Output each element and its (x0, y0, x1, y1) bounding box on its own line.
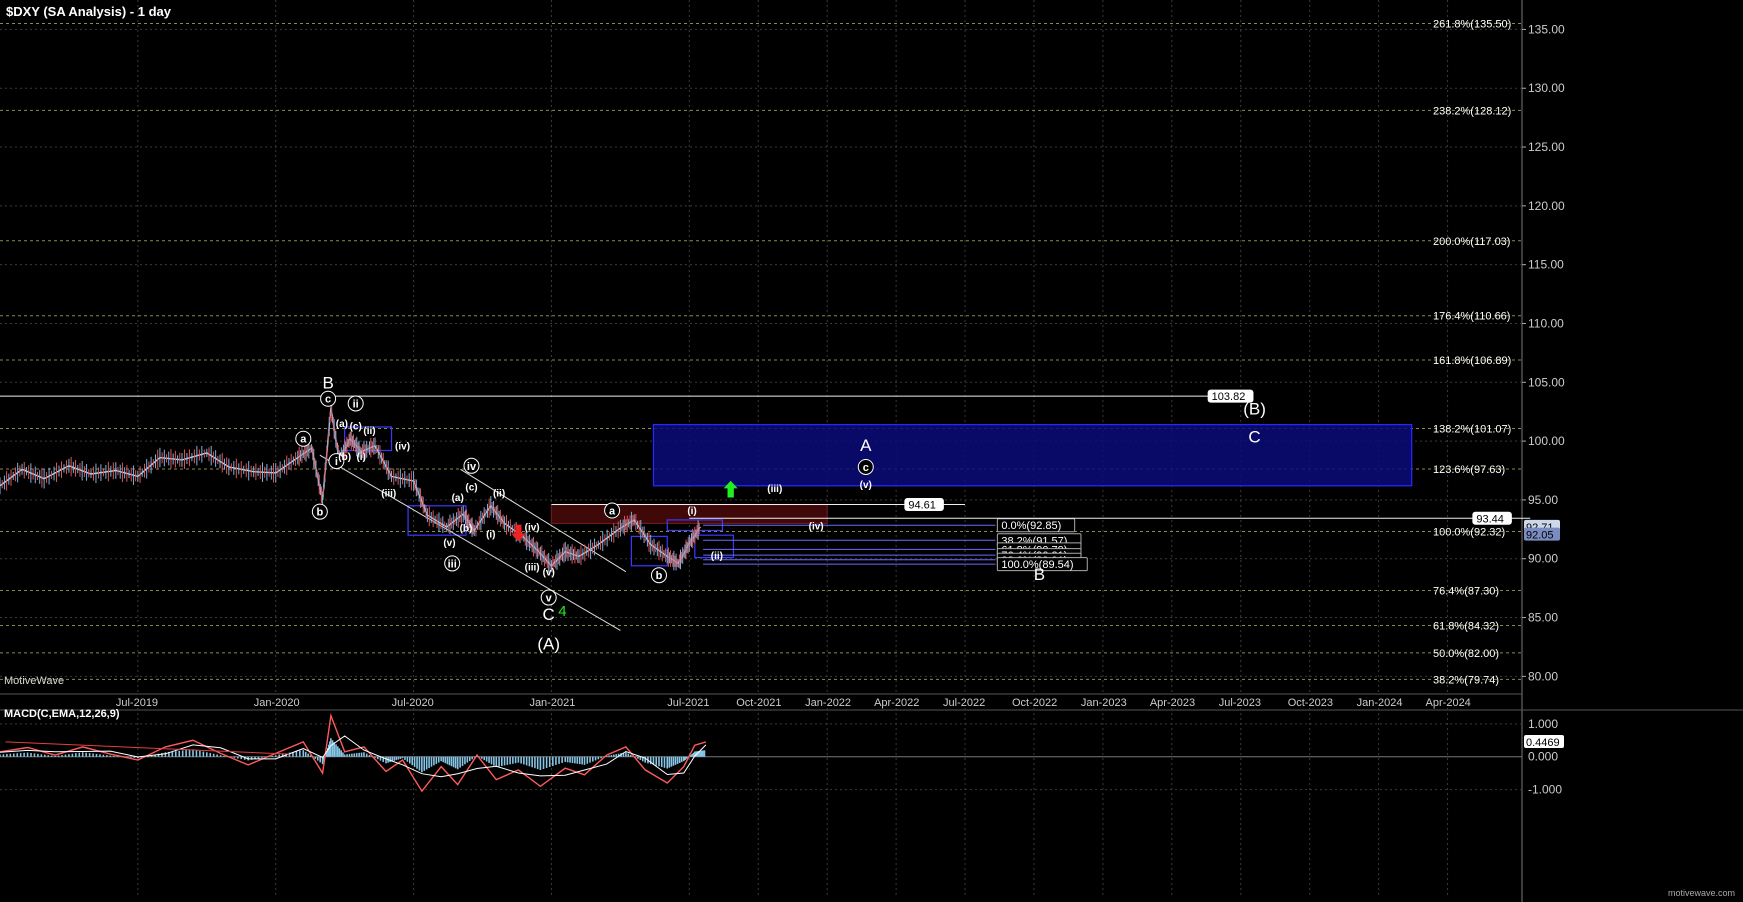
fib-level-label: 138.2%(101.07) (1433, 424, 1511, 436)
y-tick-label: 115.00 (1528, 258, 1564, 272)
wave-label: (iii) (525, 563, 540, 574)
y-tick-label: 95.00 (1528, 493, 1558, 507)
fib-level-label: 200.0%(117.03) (1433, 236, 1510, 248)
y-tick-label: 105.00 (1528, 375, 1565, 389)
price-panel: 80.00 85.00 90.00 95.00 100.00 105.00 110.00 11… (0, 0, 1743, 902)
key-level-label: 93.44 (1476, 513, 1504, 525)
wave-label: (ii) (363, 426, 375, 437)
wave-label: 4 (558, 603, 566, 620)
macd-label: MACD(C,EMA,12,26,9) (4, 708, 120, 720)
x-tick-label: Jul-2020 (392, 697, 434, 709)
wave-label: (iv) (809, 521, 824, 532)
wave-label: (i) (486, 530, 495, 541)
fib-level-label: 123.6%(97.63) (1433, 464, 1505, 476)
channel-line (319, 454, 621, 631)
y-tick-label: 80.00 (1528, 669, 1558, 683)
wave-label: (ii) (493, 488, 505, 499)
wave-label: a (609, 505, 616, 517)
fib-level-label: 238.2%(128.12) (1433, 105, 1511, 117)
y-tick-label: 90.00 (1528, 552, 1558, 566)
x-tick-label: Jan-2020 (254, 697, 300, 709)
y-tick-label: 135.00 (1528, 22, 1565, 36)
x-tick-label: Jul-2019 (116, 697, 158, 709)
macd-panel: MACD(C,EMA,12,26,9) 1.000 0.000 -1.000 0.446… (0, 708, 1564, 896)
wave-label: C (1248, 428, 1260, 447)
x-tick-label: Apr-2022 (874, 697, 919, 709)
macd-tick-label: 1.000 (1528, 717, 1558, 731)
wave-label: (i) (356, 452, 365, 463)
x-tick-label: Jan-2022 (805, 697, 851, 709)
wave-label: (v) (543, 567, 555, 578)
x-tick-label: Apr-2024 (1426, 697, 1471, 709)
y-tick-label: 85.00 (1528, 611, 1558, 625)
wave-label: (c) (465, 483, 477, 494)
fib-level-label: 76.4%(87.30) (1433, 585, 1499, 597)
x-tick-label: Jul-2021 (667, 697, 709, 709)
macd-line (0, 712, 707, 793)
target-zone (652, 424, 1413, 487)
wave-label: C (543, 605, 555, 624)
x-tick-label: Jul-2023 (1219, 697, 1261, 709)
fib-level-label: 61.8%(84.32) (1433, 621, 1499, 633)
wave-label: (A) (537, 635, 560, 654)
wave-label: (a) (452, 493, 464, 504)
wave-label: (b) (460, 524, 473, 535)
wave-label: B (1034, 565, 1045, 584)
x-tick-label: Oct-2022 (1012, 697, 1057, 709)
x-tick-label: Jan-2023 (1081, 697, 1127, 709)
fib-level-label: 50.0%(82.00) (1433, 648, 1499, 660)
x-tick-label: Oct-2021 (736, 697, 781, 709)
y-tick-label: 130.00 (1528, 81, 1565, 95)
x-tick-label: Jan-2021 (529, 697, 575, 709)
wave-label: iv (467, 461, 477, 473)
price-tag-label: 92.05 (1526, 530, 1554, 542)
wave-label: b (656, 570, 663, 582)
wave-label: c (325, 394, 331, 406)
wave-label: ii (353, 398, 359, 410)
fib-level-label: 100.0%(92.32) (1433, 526, 1505, 538)
macd-tick-label: -1.000 (1528, 783, 1562, 797)
fib-level-label: 176.4%(110.66) (1433, 311, 1510, 323)
y-tick-label: 120.00 (1528, 199, 1565, 213)
macd-trendline (5, 741, 290, 755)
wave-label: (iii) (381, 488, 396, 499)
fib-level-label: 161.8%(106.89) (1433, 355, 1511, 367)
fib-level-label: 38.2%(79.74) (1433, 674, 1499, 686)
wave-label: a (300, 434, 307, 446)
wave-label: B (322, 373, 333, 392)
x-tick-label: Jan-2024 (1357, 697, 1403, 709)
wave-label: (ii) (711, 551, 723, 562)
wave-label: (i) (687, 506, 696, 517)
wave-label: (v) (860, 480, 872, 491)
wave-label: (a) (336, 419, 348, 430)
wave-label: (b) (338, 452, 351, 463)
y-tick-label: 110.00 (1528, 316, 1564, 330)
wave-label: (c) (350, 421, 362, 432)
y-tick-label: 125.00 (1528, 140, 1565, 154)
x-tick-label: Jul-2022 (943, 697, 985, 709)
wave-label: (iii) (767, 484, 782, 495)
x-tick-label: Oct-2023 (1288, 697, 1333, 709)
key-level-label: 103.82 (1212, 391, 1246, 403)
x-tick-label: Apr-2023 (1150, 697, 1195, 709)
wave-label: (iv) (395, 441, 410, 452)
retrace-label: 0.0%(92.85) (1001, 520, 1061, 532)
macd-value-label: 0.4469 (1526, 737, 1560, 749)
wave-label: (iv) (525, 523, 540, 534)
wave-label: c (863, 462, 869, 474)
y-tick-label: 100.00 (1528, 434, 1565, 448)
wave-label: b (316, 507, 323, 519)
key-level-label: 94.61 (908, 500, 936, 512)
fib-level-label: 261.8%(135.50) (1433, 19, 1511, 31)
chart-canvas[interactable]: 80.00 85.00 90.00 95.00 100.00 105.00 110.00 11… (0, 0, 1743, 902)
wave-label: (B) (1243, 399, 1266, 418)
wave-label: iii (448, 558, 457, 570)
macd-tick-label: 0.000 (1528, 750, 1558, 764)
down-arrow (511, 524, 526, 542)
wave-label: A (860, 436, 872, 455)
wave-label: v (546, 593, 553, 605)
wave-label: (v) (443, 538, 455, 549)
